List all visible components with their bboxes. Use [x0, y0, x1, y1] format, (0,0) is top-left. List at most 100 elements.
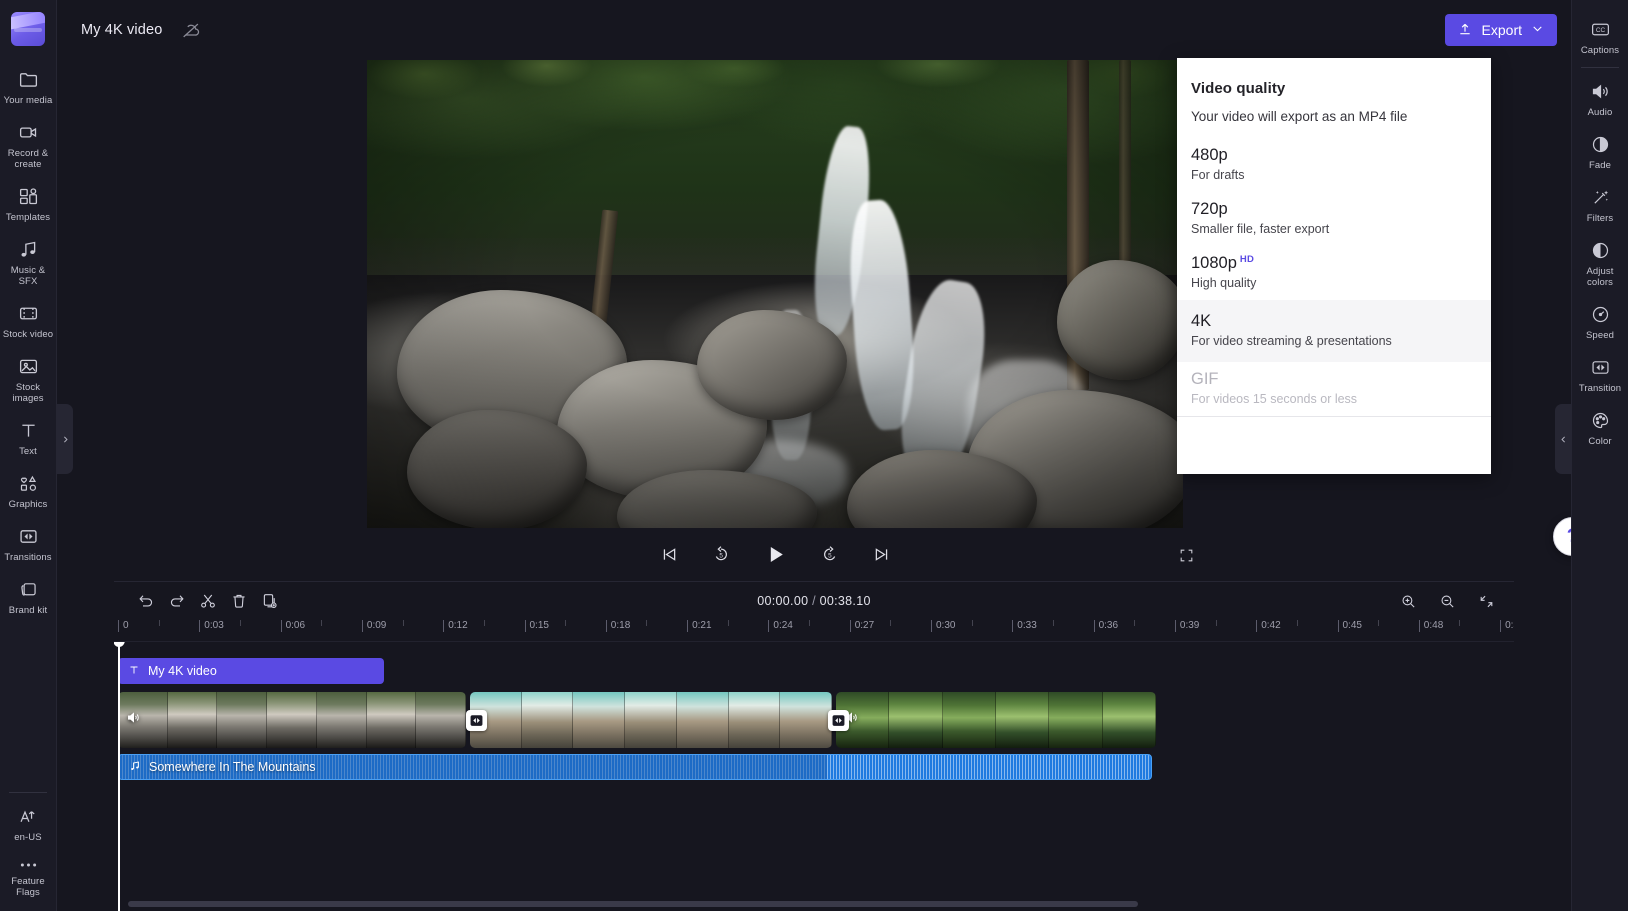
forward-5s-button[interactable]: 5: [816, 540, 844, 568]
language-icon: [18, 806, 39, 827]
play-button[interactable]: [759, 538, 792, 571]
ruler-tick-minor: [809, 620, 810, 626]
timeline-audio-clip[interactable]: Somewhere In The Mountains: [118, 754, 1152, 780]
undo-button[interactable]: [130, 586, 161, 617]
ruler-tick-label: 0:42: [1256, 620, 1280, 632]
sidebar-item-label: en-US: [14, 832, 41, 843]
quality-option-720p[interactable]: 720p Smaller file, faster export: [1177, 192, 1491, 246]
audio-clip-label: Somewhere In The Mountains: [149, 760, 316, 774]
delete-button[interactable]: [223, 586, 254, 617]
ruler-tick-label: 0:30: [931, 620, 955, 632]
sidebar-item-language[interactable]: en-US: [0, 797, 57, 850]
sidebar-item-feature-flags[interactable]: Feature Flags: [0, 850, 57, 905]
timeline-video-clip-2[interactable]: [470, 692, 832, 748]
sidebar-item-transitions[interactable]: Transitions: [0, 517, 57, 570]
sidebar-item-stock-images[interactable]: Stock images: [0, 347, 57, 411]
quality-menu-footer: [1177, 416, 1491, 474]
filmstrip: [836, 692, 1156, 748]
text-icon: [18, 420, 39, 441]
zoom-out-button[interactable]: [1432, 586, 1463, 617]
clip-audio-icon[interactable]: [126, 710, 141, 730]
property-item-label: Fade: [1589, 160, 1611, 171]
quality-option-480p[interactable]: 480p For drafts: [1177, 138, 1491, 192]
ruler-tick-label: 0:09: [362, 620, 386, 632]
sidebar-item-music-sfx[interactable]: Music & SFX: [0, 230, 57, 294]
ruler-tick-label: 0:51: [1500, 620, 1514, 632]
timeline-video-clip-3[interactable]: [836, 692, 1156, 748]
fullscreen-button[interactable]: [1174, 543, 1199, 571]
svg-text:5: 5: [828, 553, 832, 560]
sidebar-item-text[interactable]: Text: [0, 411, 57, 464]
property-item-adjust-colors[interactable]: Adjust colors: [1572, 231, 1628, 295]
sidebar-item-brand-kit[interactable]: Brand kit: [0, 570, 57, 623]
transition-marker-1[interactable]: [466, 710, 487, 731]
speaker-icon: [1590, 81, 1611, 102]
property-item-audio[interactable]: Audio: [1572, 72, 1628, 125]
skip-previous-button[interactable]: [656, 541, 683, 568]
property-item-label: Color: [1588, 436, 1611, 447]
ruler-tick-minor: [646, 620, 647, 626]
brand-kit-icon: [18, 579, 39, 600]
ruler-tick-label: 0:48: [1419, 620, 1443, 632]
duplicate-button[interactable]: [254, 586, 285, 617]
timecode-current: 00:00.00: [757, 594, 808, 608]
top-bar: My 4K video Export: [57, 0, 1571, 60]
export-button[interactable]: Export: [1445, 14, 1557, 46]
property-item-speed[interactable]: Speed: [1572, 295, 1628, 348]
sidebar-item-label: Templates: [6, 212, 50, 223]
chevron-down-icon: [1531, 22, 1544, 38]
ruler-tick-label: 0:18: [606, 620, 630, 632]
fit-to-screen-button[interactable]: [1471, 586, 1502, 617]
skip-next-button[interactable]: [868, 541, 895, 568]
rewind-5s-button[interactable]: 5: [707, 540, 735, 568]
playhead-handle[interactable]: [114, 642, 125, 647]
property-item-label: Captions: [1581, 45, 1619, 56]
property-item-transition[interactable]: Transition: [1572, 348, 1628, 401]
ruler-tick-label: 0:15: [525, 620, 549, 632]
ruler-tick-minor: [972, 620, 973, 626]
templates-icon: [18, 186, 39, 207]
sidebar-item-templates[interactable]: Templates: [0, 177, 57, 230]
quality-option-1080p[interactable]: 1080pHD High quality: [1177, 246, 1491, 300]
quality-option-4k[interactable]: 4K For video streaming & presentations: [1177, 300, 1491, 362]
ruler-tick-minor: [565, 620, 566, 626]
expand-left-panel-button[interactable]: [57, 404, 73, 474]
player-controls: 5 5: [367, 528, 1183, 580]
timecode-display: 00:00.00 / 00:38.10: [114, 594, 1514, 608]
timeline-video-track: [118, 692, 1156, 748]
sidebar-item-graphics[interactable]: Graphics: [0, 464, 57, 517]
video-frame: [367, 60, 1183, 528]
redo-button[interactable]: [161, 586, 192, 617]
ruler-tick-label: 0:36: [1094, 620, 1118, 632]
property-item-color[interactable]: Color: [1572, 401, 1628, 454]
cloud-off-icon[interactable]: [180, 19, 202, 41]
quality-option-desc: Smaller file, faster export: [1191, 222, 1477, 236]
sidebar-item-your-media[interactable]: Your media: [0, 60, 57, 113]
sidebar-item-label: Brand kit: [9, 605, 47, 616]
timeline-text-clip[interactable]: My 4K video: [118, 658, 384, 684]
sidebar-item-label: Stock video: [3, 329, 53, 340]
sidebar-item-record-create[interactable]: Record & create: [0, 113, 57, 177]
split-button[interactable]: [192, 586, 223, 617]
zoom-in-button[interactable]: [1393, 586, 1424, 617]
clipchamp-logo-icon[interactable]: [11, 12, 45, 46]
collapse-right-panel-button[interactable]: [1555, 404, 1571, 474]
property-item-filters[interactable]: Filters: [1572, 178, 1628, 231]
property-item-captions[interactable]: CC Captions: [1572, 10, 1628, 63]
ruler-tick-minor: [484, 620, 485, 626]
export-button-label: Export: [1482, 22, 1522, 38]
timeline-ruler[interactable]: 00:030:060:090:120:150:180:210:240:270:3…: [114, 620, 1514, 642]
ruler-tick-minor: [1134, 620, 1135, 626]
sidebar-item-label: Your media: [4, 95, 53, 106]
transition-marker-2[interactable]: [828, 710, 849, 731]
quality-option-desc: For drafts: [1191, 168, 1477, 182]
timeline-horizontal-scrollbar[interactable]: [128, 901, 1138, 907]
rail-divider: [9, 792, 47, 793]
timecode-total: 00:38.10: [820, 594, 871, 608]
sidebar-item-stock-video[interactable]: Stock video: [0, 294, 57, 347]
timeline-video-clip-1[interactable]: [118, 692, 466, 748]
property-item-fade[interactable]: Fade: [1572, 125, 1628, 178]
page-title[interactable]: My 4K video: [81, 22, 162, 38]
video-preview[interactable]: [367, 60, 1183, 528]
fade-icon: [1590, 134, 1611, 155]
